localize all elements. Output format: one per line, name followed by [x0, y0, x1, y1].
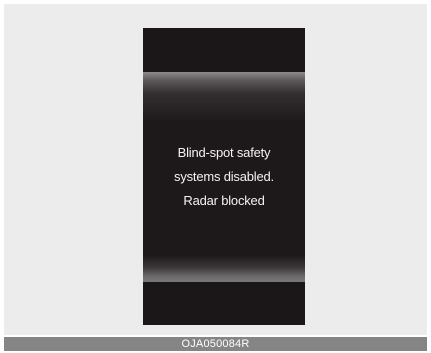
warning-message: Blind-spot safety systems disabled. Rada… — [143, 141, 305, 213]
display-top-highlight-band — [143, 72, 305, 120]
figure-frame: Blind-spot safety systems disabled. Rada… — [4, 4, 427, 335]
warning-message-line-1: Blind-spot safety — [177, 145, 271, 160]
figure-caption-code: OJA050084R — [4, 337, 427, 351]
warning-message-line-2: systems disabled. — [174, 169, 274, 184]
warning-message-line-3: Radar blocked — [183, 193, 265, 208]
display-bottom-highlight-band — [143, 256, 305, 282]
instrument-cluster-display: Blind-spot safety systems disabled. Rada… — [143, 28, 305, 325]
